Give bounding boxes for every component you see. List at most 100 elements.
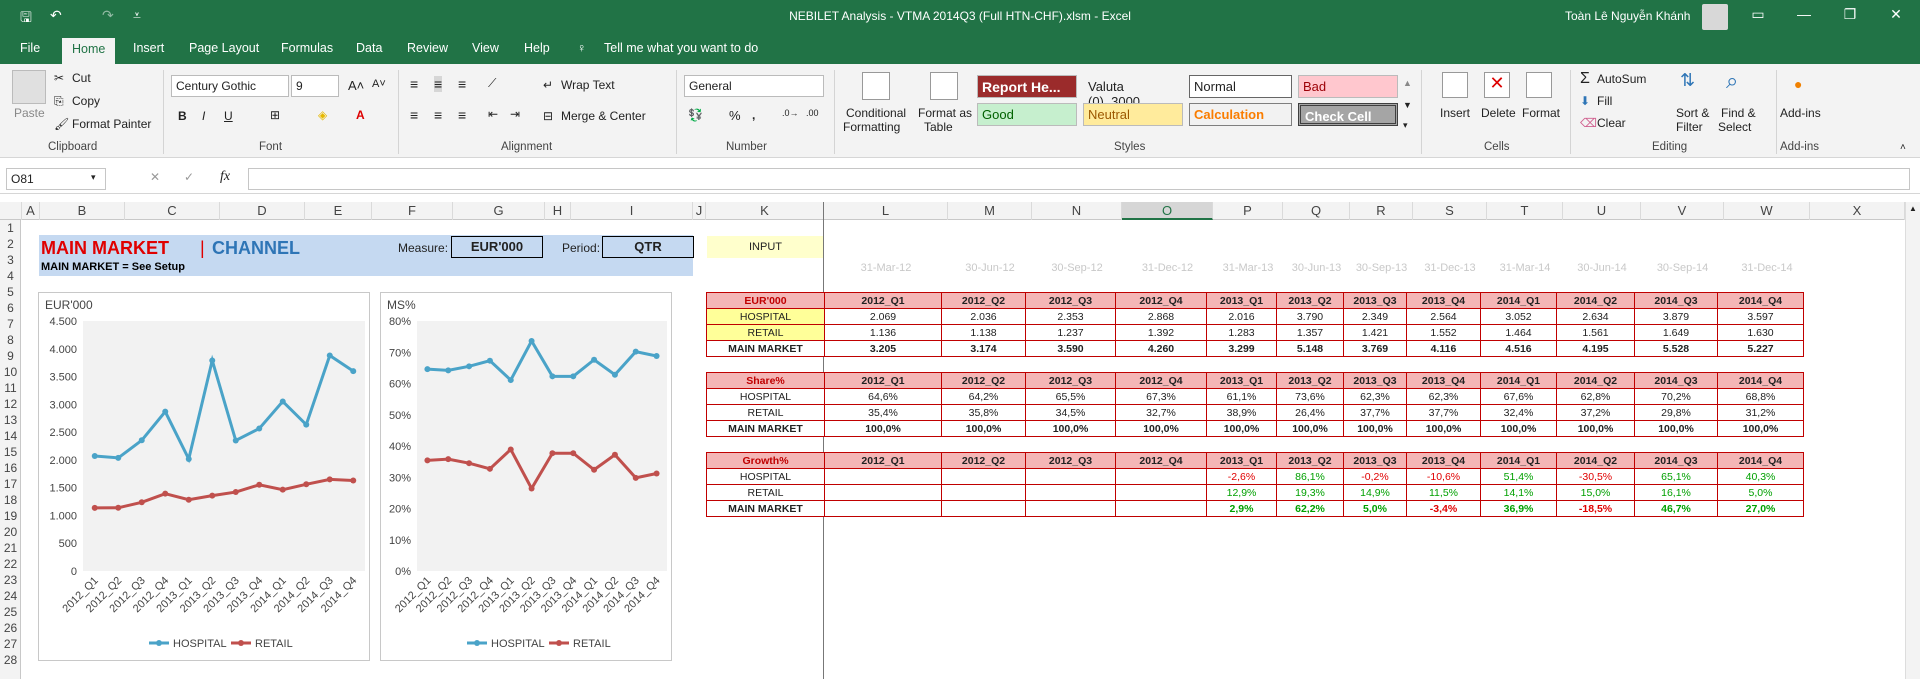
- decrease-decimal-icon[interactable]: .00: [806, 108, 819, 118]
- table-cell[interactable]: 1.421: [1343, 324, 1407, 341]
- table-cell[interactable]: 3.769: [1343, 340, 1407, 357]
- tab-home[interactable]: Home: [62, 38, 116, 64]
- column-header-f[interactable]: F: [372, 202, 453, 220]
- table-cell[interactable]: 3.790: [1276, 308, 1344, 325]
- align-middle-icon[interactable]: ≡: [434, 76, 443, 92]
- table-cell[interactable]: 65,5%: [1025, 388, 1116, 405]
- sigma-icon[interactable]: Σ: [1580, 70, 1590, 88]
- row-header-3[interactable]: 3: [0, 252, 21, 268]
- table-cell[interactable]: 37,7%: [1406, 404, 1481, 421]
- tab-file[interactable]: File: [20, 41, 40, 55]
- column-header-w[interactable]: W: [1724, 202, 1810, 220]
- comma-style-icon[interactable]: ,: [752, 108, 755, 122]
- insert-function-icon[interactable]: fx: [220, 169, 230, 185]
- tab-data[interactable]: Data: [356, 41, 382, 55]
- row-header-6[interactable]: 6: [0, 300, 21, 316]
- table-cell[interactable]: 32,7%: [1115, 404, 1207, 421]
- collapse-ribbon-icon[interactable]: ˄: [1900, 142, 1906, 153]
- sort-filter-label2[interactable]: Filter: [1676, 120, 1703, 134]
- fill-color-icon[interactable]: ◈: [318, 108, 327, 122]
- row-header-9[interactable]: 9: [0, 348, 21, 364]
- row-header-20[interactable]: 20: [0, 524, 21, 540]
- column-header-u[interactable]: U: [1563, 202, 1641, 220]
- table-cell[interactable]: 35,4%: [824, 404, 942, 421]
- table-cell[interactable]: [1115, 500, 1207, 517]
- styles-scroll-down-icon[interactable]: ▼: [1403, 100, 1412, 110]
- column-header-t[interactable]: T: [1487, 202, 1563, 220]
- row-header-27[interactable]: 27: [0, 636, 21, 652]
- table-cell[interactable]: 16,1%: [1634, 484, 1718, 501]
- row-header-18[interactable]: 18: [0, 492, 21, 508]
- chart-share[interactable]: MS% 0% 10% 20% 30% 40% 50% 60% 70% 80% 2012_Q1 2012…: [380, 292, 672, 661]
- table-cell[interactable]: 3.052: [1480, 308, 1557, 325]
- row-header-7[interactable]: 7: [0, 316, 21, 332]
- column-header-l[interactable]: L: [824, 202, 948, 220]
- wrap-text-icon[interactable]: ↵: [543, 78, 553, 92]
- table-cell[interactable]: 14,9%: [1343, 484, 1407, 501]
- row-header-15[interactable]: 15: [0, 444, 21, 460]
- table-cell[interactable]: 12,9%: [1206, 484, 1277, 501]
- row-label[interactable]: MAIN MARKET: [706, 340, 825, 357]
- table-cell[interactable]: 1.237: [1025, 324, 1116, 341]
- font-size-combo[interactable]: 9: [291, 75, 339, 97]
- table-cell[interactable]: [941, 500, 1026, 517]
- scroll-up-icon[interactable]: ▲: [1909, 204, 1917, 213]
- table-cell[interactable]: 1.357: [1276, 324, 1344, 341]
- row-label[interactable]: HOSPITAL: [706, 308, 825, 325]
- copy-icon[interactable]: ⎘: [54, 94, 64, 109]
- table-cell[interactable]: 15,0%: [1556, 484, 1635, 501]
- column-header-d[interactable]: D: [220, 202, 305, 220]
- table-cell[interactable]: 62,2%: [1276, 500, 1344, 517]
- tell-me-box[interactable]: Tell me what you want to do: [604, 41, 758, 55]
- column-header-e[interactable]: E: [305, 202, 372, 220]
- find-select-icon[interactable]: ⌕: [1726, 68, 1738, 94]
- clear-button[interactable]: Clear: [1597, 116, 1626, 130]
- increase-indent-icon[interactable]: ⇥: [510, 107, 520, 121]
- italic-icon[interactable]: I: [202, 109, 205, 123]
- tab-insert[interactable]: Insert: [133, 41, 164, 55]
- style-calculation[interactable]: Calculation: [1189, 103, 1292, 126]
- style-good[interactable]: Good: [977, 103, 1077, 126]
- increase-decimal-icon[interactable]: .0→: [782, 108, 799, 118]
- style-check-cell[interactable]: Check Cell: [1298, 103, 1398, 126]
- minimize-icon[interactable]: —: [1794, 6, 1814, 22]
- table-cell[interactable]: [1025, 500, 1116, 517]
- align-right-icon[interactable]: ≡: [458, 107, 466, 123]
- column-header-g[interactable]: G: [453, 202, 545, 220]
- column-header-v[interactable]: V: [1641, 202, 1724, 220]
- column-header-j[interactable]: J: [693, 202, 706, 220]
- table-cell[interactable]: 73,6%: [1276, 388, 1344, 405]
- number-format-combo[interactable]: General: [684, 75, 824, 97]
- style-normal[interactable]: Normal: [1189, 75, 1292, 98]
- column-header-q[interactable]: Q: [1283, 202, 1350, 220]
- shrink-font-icon[interactable]: A˅: [372, 78, 386, 90]
- table-cell[interactable]: 3.205: [824, 340, 942, 357]
- chart-value[interactable]: EUR'000 0 500 1.000 1.500 2.000 2.500 3.000 3.50…: [38, 292, 370, 661]
- table-cell[interactable]: 70,2%: [1634, 388, 1718, 405]
- table-cell[interactable]: -3,4%: [1406, 500, 1481, 517]
- paste-icon[interactable]: [12, 70, 46, 104]
- addins-icon[interactable]: ●: [1794, 76, 1802, 92]
- table-cell[interactable]: 100,0%: [1480, 420, 1557, 437]
- borders-icon[interactable]: ⊞: [270, 108, 280, 122]
- enter-formula-icon[interactable]: ✓: [184, 170, 194, 184]
- row-label[interactable]: MAIN MARKET: [706, 500, 825, 517]
- table-cell[interactable]: 2.016: [1206, 308, 1277, 325]
- table-cell[interactable]: 2,9%: [1206, 500, 1277, 517]
- row-header-4[interactable]: 4: [0, 268, 21, 284]
- sort-filter-label1[interactable]: Sort &: [1676, 106, 1709, 120]
- paintbrush-icon[interactable]: 🖌: [54, 117, 69, 131]
- font-color-icon[interactable]: A: [356, 108, 365, 122]
- table-cell[interactable]: 1.283: [1206, 324, 1277, 341]
- wrap-text-button[interactable]: Wrap Text: [561, 78, 615, 92]
- grow-font-icon[interactable]: A˄: [348, 78, 364, 93]
- column-header-k[interactable]: K: [706, 202, 824, 220]
- column-header-x[interactable]: X: [1810, 202, 1905, 220]
- styles-scroll-up-icon[interactable]: ▲: [1403, 78, 1412, 88]
- currency-icon[interactable]: 💱: [688, 108, 703, 122]
- scissors-icon[interactable]: ✂: [54, 71, 64, 85]
- table-cell[interactable]: 100,0%: [824, 420, 942, 437]
- table-cell[interactable]: 5.148: [1276, 340, 1344, 357]
- table-cell[interactable]: 67,6%: [1480, 388, 1557, 405]
- table-cell[interactable]: 100,0%: [1115, 420, 1207, 437]
